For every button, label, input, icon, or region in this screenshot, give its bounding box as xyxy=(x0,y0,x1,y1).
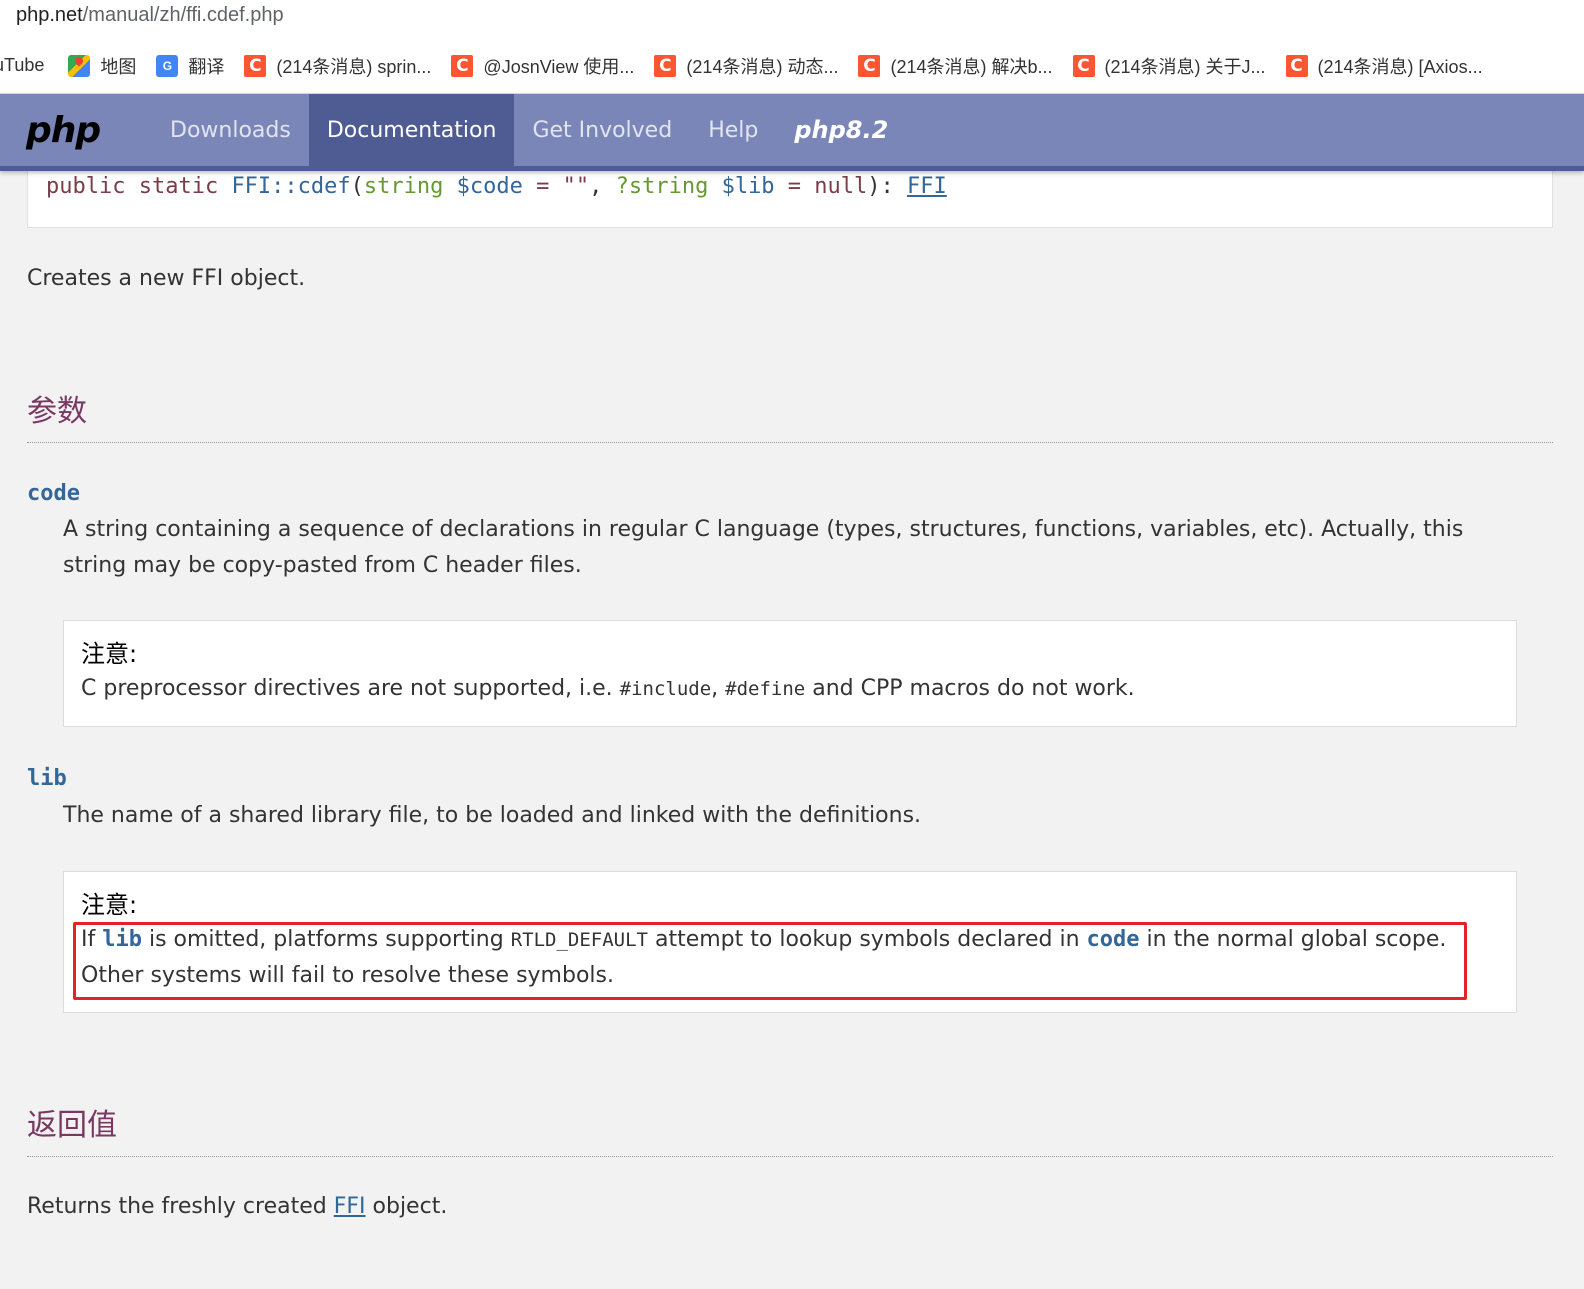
note-title: 注意: xyxy=(81,640,138,668)
method-description: Creates a new FFI object. xyxy=(27,266,306,291)
translate-icon: G xyxy=(156,54,179,77)
return-text: object. xyxy=(365,1194,448,1219)
sig-param2-default: = null xyxy=(774,174,868,199)
php-version-link[interactable]: php8.2 xyxy=(776,94,906,166)
code-define: #define xyxy=(725,678,806,700)
bookmark-label: 地图 xyxy=(100,56,137,77)
bookmark-youtube[interactable]: uTube xyxy=(0,55,44,76)
sig-return-type-link[interactable]: FFI xyxy=(907,174,947,199)
csdn-icon: C xyxy=(1072,54,1095,77)
sig-param1-type: string xyxy=(363,174,444,199)
bookmark-csdn-3[interactable]: C (214条消息) 动态... xyxy=(654,53,838,79)
params-heading: 参数 xyxy=(27,386,1553,443)
bookmark-label: (214条消息) 动态... xyxy=(686,56,839,77)
param-code-desc: A string containing a sequence of declar… xyxy=(63,517,1464,578)
bookmark-csdn-6[interactable]: C (214条消息) [Axios... xyxy=(1285,53,1483,79)
csdn-icon: C xyxy=(1285,54,1308,77)
bookmark-label: (214条消息) [Axios... xyxy=(1317,56,1483,77)
sig-param2-var: $lib xyxy=(708,174,775,199)
param-lib-desc: The name of a shared library file, to be… xyxy=(63,803,922,828)
sig-param2-type: ?string xyxy=(615,174,709,199)
bookmarks-bar: uTube 地图 G 翻译 C (214条消息) sprin... C @Jos… xyxy=(0,38,1584,94)
bookmark-csdn-5[interactable]: C (214条消息) 关于J... xyxy=(1072,53,1266,79)
php-navbar: php Downloads Documentation Get Involved… xyxy=(0,94,1584,171)
bookmark-label: 翻译 xyxy=(188,56,225,77)
bookmark-label: (214条消息) 关于J... xyxy=(1104,56,1266,77)
sig-sep: , xyxy=(589,174,616,199)
return-description: Returns the freshly created FFI object. xyxy=(27,1194,447,1219)
bookmark-maps[interactable]: 地图 xyxy=(68,53,136,79)
ffi-link[interactable]: FFI xyxy=(334,1194,366,1219)
sig-modifiers: public static xyxy=(46,174,232,199)
sig-param1-var: $code xyxy=(443,174,523,199)
csdn-icon: C xyxy=(858,54,881,77)
php-logo[interactable]: php xyxy=(0,94,152,166)
maps-icon xyxy=(68,54,91,77)
param-code-name: code xyxy=(27,481,80,506)
note-code: 注意: C preprocessor directives are not su… xyxy=(63,620,1517,727)
nav-downloads[interactable]: Downloads xyxy=(152,94,309,166)
code-include: #include xyxy=(619,678,712,700)
sig-open: ( xyxy=(350,174,364,199)
highlight-box xyxy=(73,922,1467,1000)
return-heading: 返回值 xyxy=(27,1100,1553,1157)
note-text-part: , xyxy=(711,676,726,701)
url-path: /manual/zh/ffi.cdef.php xyxy=(82,4,284,26)
sig-method: FFI::cdef xyxy=(231,174,351,199)
param-lib-name: lib xyxy=(27,766,67,791)
nav-get-involved[interactable]: Get Involved xyxy=(514,94,690,166)
bookmark-csdn-4[interactable]: C (214条消息) 解决b... xyxy=(858,53,1053,79)
note-text-part: C preprocessor directives are not suppor… xyxy=(81,676,620,701)
bookmark-label: (214条消息) 解决b... xyxy=(890,56,1053,77)
csdn-icon: C xyxy=(654,54,677,77)
nav-help[interactable]: Help xyxy=(690,94,776,166)
bookmark-label: uTube xyxy=(0,55,45,75)
csdn-icon: C xyxy=(244,54,267,77)
csdn-icon: C xyxy=(451,54,474,77)
bookmark-translate[interactable]: G 翻译 xyxy=(156,53,224,79)
nav-documentation[interactable]: Documentation xyxy=(308,94,515,166)
sig-param1-default: = "" xyxy=(522,174,590,199)
bookmark-label: @JosnView 使用... xyxy=(483,56,635,77)
bookmark-csdn-2[interactable]: C @JosnView 使用... xyxy=(451,53,634,79)
bookmark-label: (214条消息) sprin... xyxy=(276,56,432,77)
sig-close: ): xyxy=(867,174,908,199)
address-bar[interactable]: php.net/manual/zh/ffi.cdef.php xyxy=(0,0,1584,38)
note-text: C preprocessor directives are not suppor… xyxy=(81,671,1499,707)
note-text-part: and CPP macros do not work. xyxy=(805,676,1135,701)
note-title: 注意: xyxy=(81,891,138,919)
bookmark-csdn-1[interactable]: C (214条消息) sprin... xyxy=(244,53,431,79)
url-host: php.net xyxy=(16,4,83,26)
return-text: Returns the freshly created xyxy=(27,1194,334,1219)
